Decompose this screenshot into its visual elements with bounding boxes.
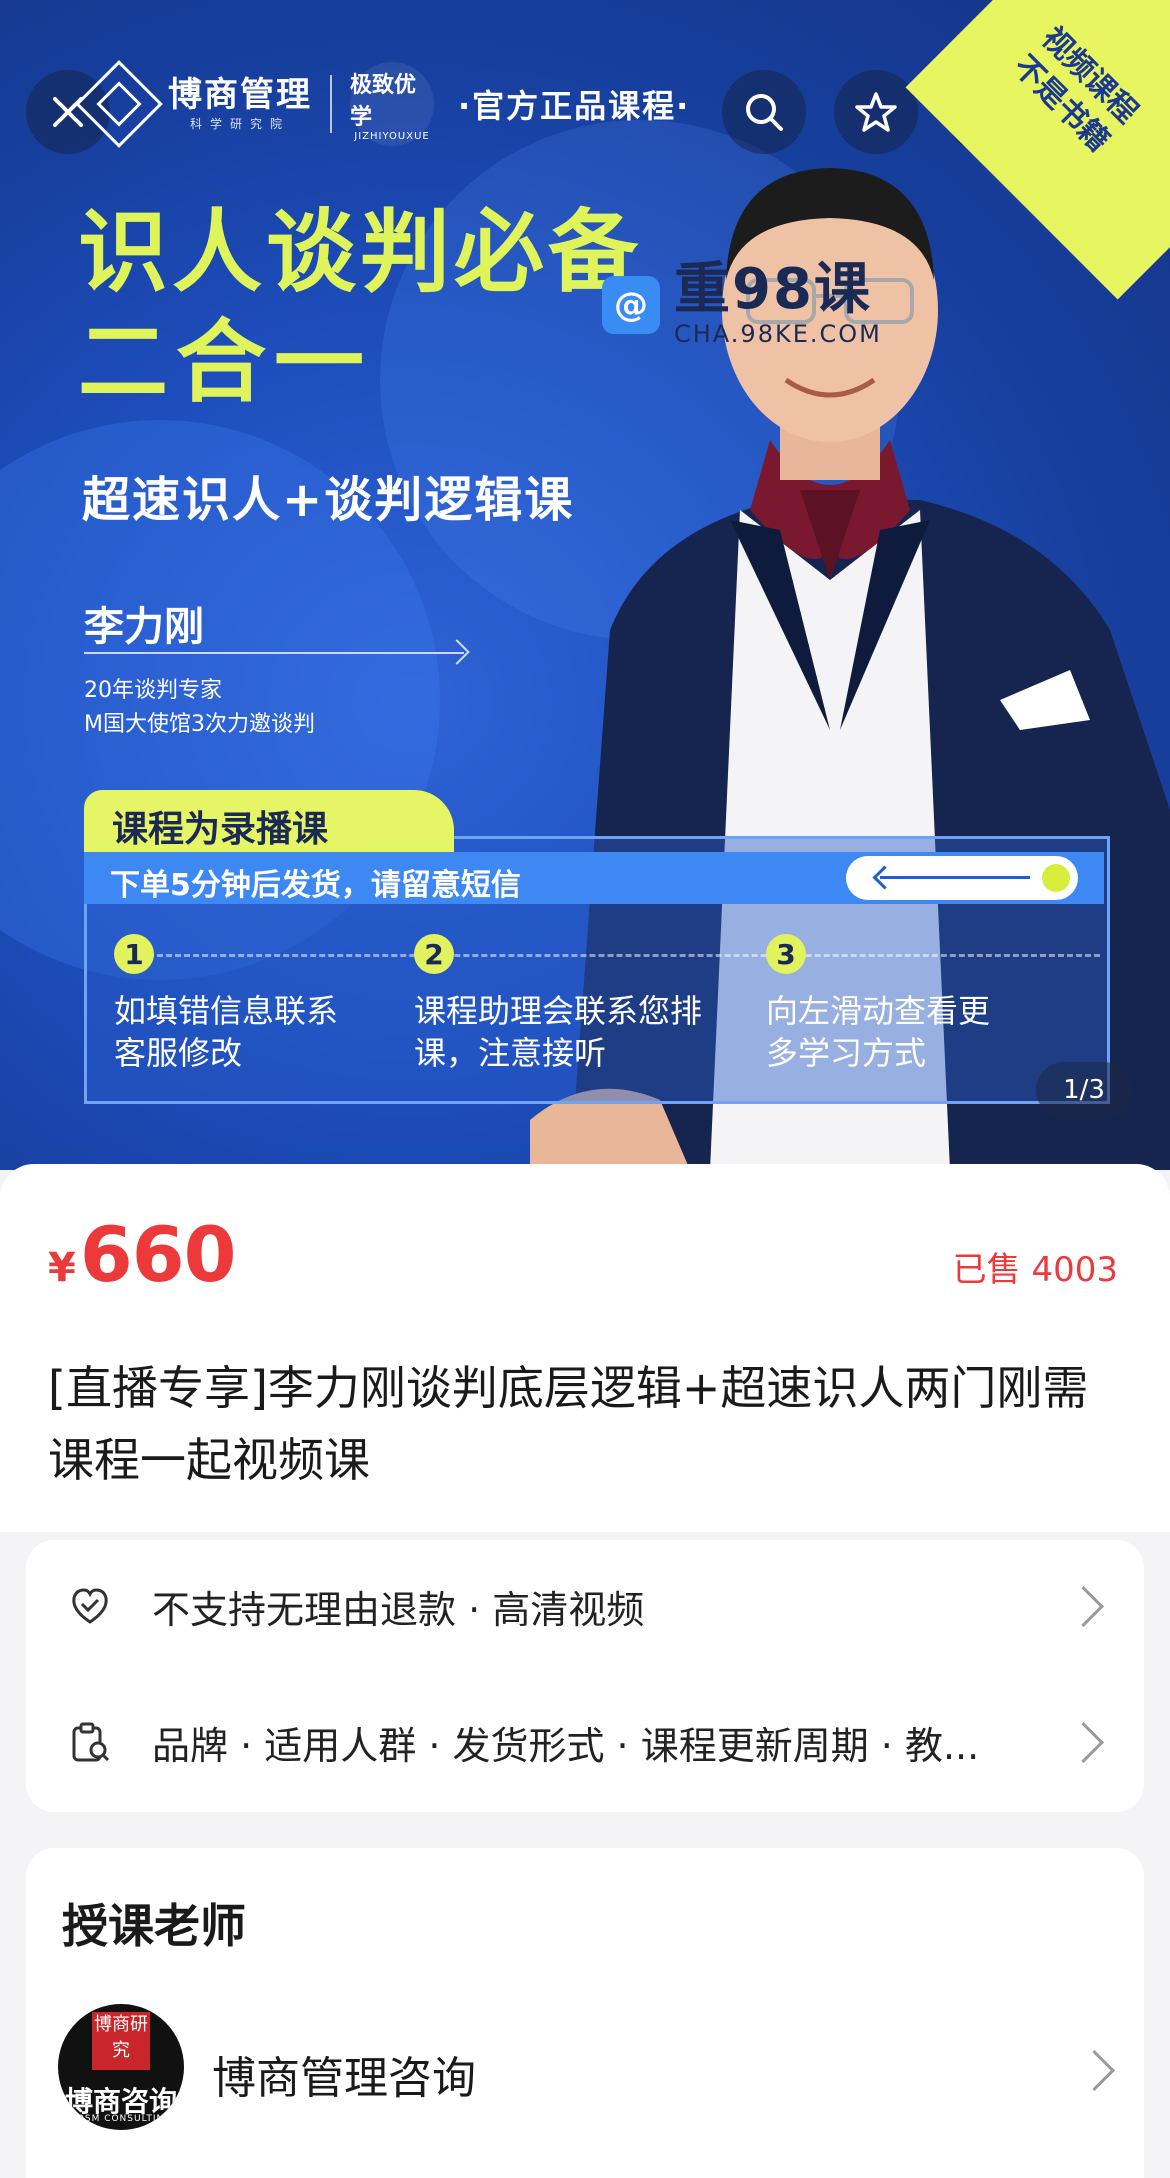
service-text: 不支持无理由退款 · 高清视频 [152,1587,645,1632]
brand-divider [330,75,332,133]
avatar-seal: 博商研究 [92,2012,150,2070]
price: ¥ 660 [48,1210,236,1299]
steps-divider [130,954,1100,957]
banner-pager: 1/3 [1036,1062,1132,1118]
product-title: [直播专享]李力刚谈判底层逻辑+超速识人两门刚需课程一起视频课 [48,1361,1089,1487]
watermark-text: 重98课 [674,257,872,322]
partner-logo-sub: JIZHIYOUXUE [354,130,430,142]
brand-name-main: 博商管理 [168,75,312,115]
favorite-button[interactable] [834,70,918,154]
banner-teacher-name: 李力刚 [84,604,204,650]
banner-headline-1: 识人谈判必备 [78,200,642,305]
watermark: @ 重98课 CHA.98KE.COM [602,262,882,348]
clipboard-search-icon [68,1720,112,1764]
step-number: 1 [114,934,154,974]
partner-logo: 极致优学 JIZHIYOUXUE [350,62,434,146]
step-text: 课程助理会联系您排课，注意接听 [414,992,703,1072]
banner-teacher-desc: M国大使馆3次力邀谈判 [84,712,315,737]
banner-headline-2: 二合一 [78,310,372,415]
notice-tab: 课程为录播课 [84,790,454,852]
step-text: 如填错信息联系客服修改 [114,992,339,1072]
step-text: 向左滑动查看更多学习方式 [766,992,991,1072]
sold-count: 已售 4003 [952,1250,1118,1290]
arrow-left-icon [872,865,897,890]
notice-strip-label: 下单5分钟后发货，请留意短信 [110,868,521,903]
arrow-right-icon [84,652,464,654]
official-label: ·官方正品课程· [458,87,691,125]
heart-shield-icon [68,1584,112,1628]
brand-name: 博商管理 科学研究院 [168,78,312,130]
price-value: 660 [79,1210,237,1299]
step-number: 2 [414,934,454,974]
brand-row: 博商管理 科学研究院 极致优学 JIZHIYOUXUE ·官方正品课程· [75,60,691,148]
search-button[interactable] [722,70,806,154]
chevron-right-icon [1062,1585,1105,1627]
search-icon [746,94,783,131]
brand-logo-icon [75,60,163,148]
teacher-name[interactable]: 博商管理咨询 [212,2042,476,2106]
notice-tab-label: 课程为录播课 [112,809,329,850]
step-number: 3 [766,934,806,974]
product-banner[interactable]: 博商管理 科学研究院 极致优学 JIZHIYOUXUE ·官方正品课程· 视频课… [0,0,1170,1170]
brand-name-sub: 科学研究院 [189,117,290,131]
banner-subheadline: 超速识人+谈判逻辑课 [82,472,575,528]
swipe-left-indicator [846,856,1078,900]
teacher-section-title: 授课老师 [62,1899,246,1953]
chevron-right-icon [1062,1721,1105,1763]
avatar-subtext: BOSM CONSULTING [69,2114,173,2124]
params-row[interactable]: 品牌 · 适用人群 · 发货形式 · 课程更新周期 · 教... [26,1682,1144,1802]
star-icon [855,92,897,132]
service-row[interactable]: 不支持无理由退款 · 高清视频 [26,1546,1144,1666]
price-currency: ¥ [48,1245,76,1291]
avatar[interactable]: 博商研究 博商咨询 BOSM CONSULTING [58,2004,184,2130]
watermark-url: CHA.98KE.COM [674,320,882,348]
partner-logo-name: 极致优学 [350,72,417,130]
banner-teacher-desc: 20年谈判专家 [84,678,222,703]
watermark-icon: @ [602,276,660,334]
params-text: 品牌 · 适用人群 · 发货形式 · 课程更新周期 · 教... [152,1723,980,1768]
